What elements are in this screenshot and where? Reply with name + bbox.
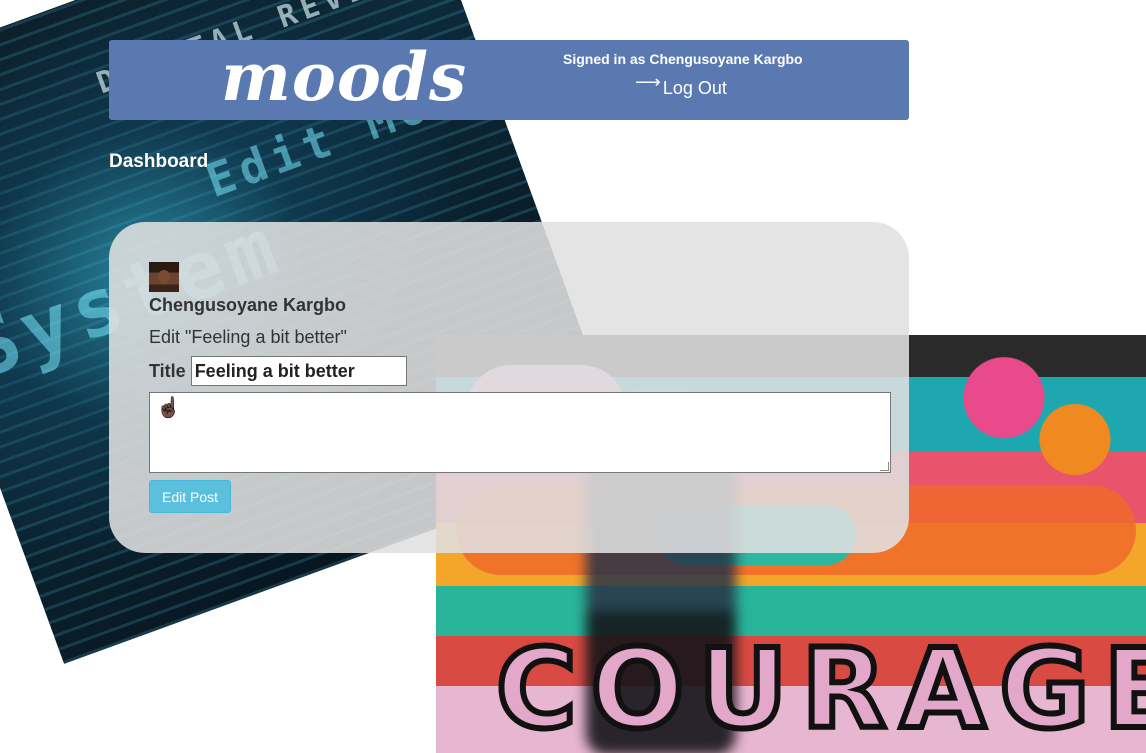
logout-label: Log Out [662,78,727,98]
title-input[interactable] [190,356,407,386]
graffiti-courage-text: COURAGE [493,622,1146,753]
title-row: Title [149,356,407,386]
title-label: Title [149,360,186,381]
edit-post-button[interactable]: Edit Post [149,480,231,513]
edit-post-heading: Edit "Feeling a bit better" [149,327,347,347]
logout-link[interactable]: ⟶ Log Out [635,72,727,99]
moods-logo[interactable]: moods [221,38,467,116]
edit-post-card: Chengusoyane Kargbo Edit "Feeling a bit … [109,222,909,553]
right-arrow-icon: ⟶ [635,72,661,92]
signed-in-status: Signed in as Chengusoyane Kargbo [563,51,803,67]
dashboard-link[interactable]: Dashboard [109,151,208,173]
author-name: Chengusoyane Kargbo [149,295,347,315]
user-avatar [149,262,179,292]
resize-handle-icon[interactable] [880,462,889,471]
post-body-textarea[interactable]: ☝🏿 [149,392,891,473]
post-body-content: ☝🏿 [156,397,181,419]
top-header: moods Signed in as Chengusoyane Kargbo ⟶… [109,38,909,120]
